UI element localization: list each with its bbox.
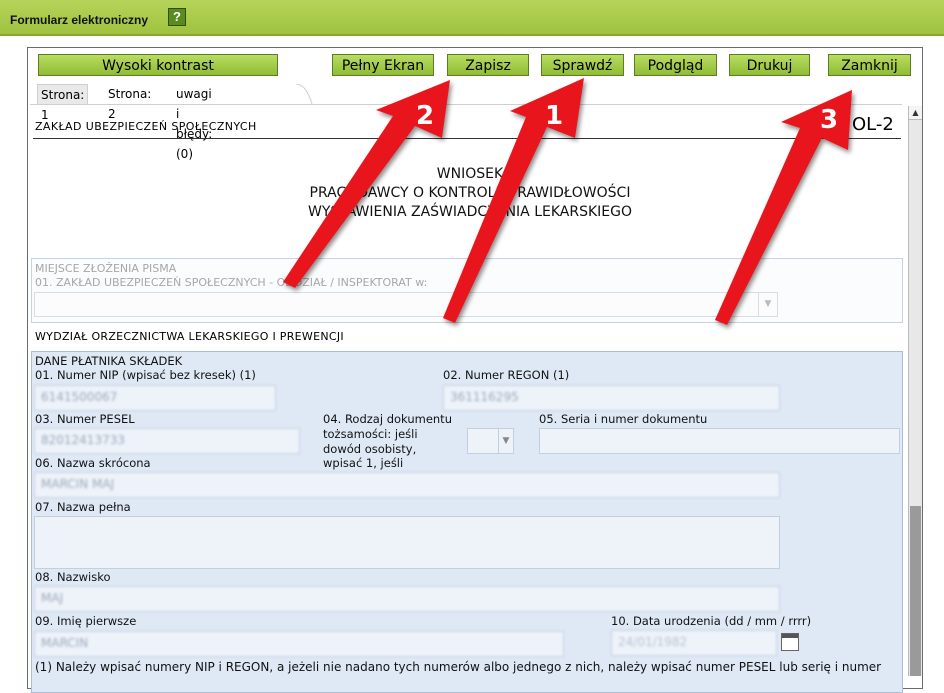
annotation-label-3: 3: [820, 105, 838, 135]
annotation-label-1: 1: [545, 101, 563, 131]
annotation-overlay: 2 1 3: [283, 78, 852, 325]
annotation-label-2: 2: [416, 101, 434, 131]
